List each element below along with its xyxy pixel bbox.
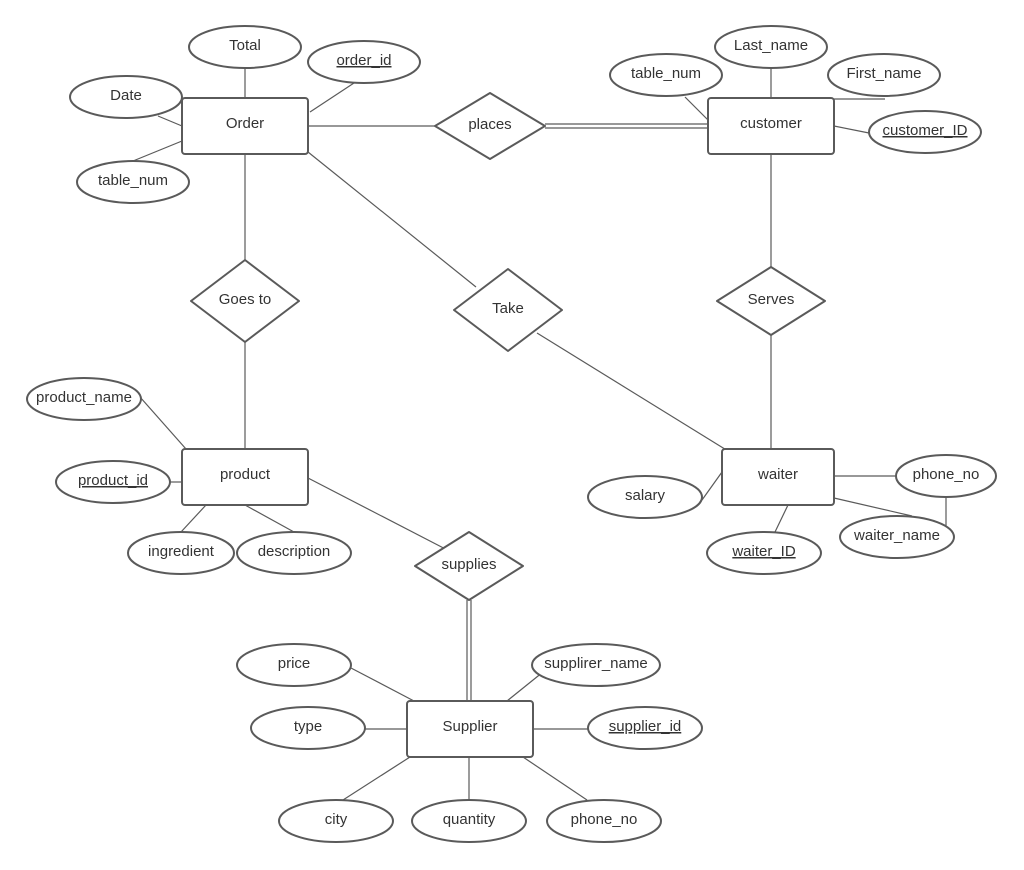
attribute-product_id[interactable]: product_id <box>55 460 171 504</box>
relationship-places[interactable]: places <box>434 92 546 160</box>
connector-line <box>132 140 183 162</box>
entity-customer[interactable]: customer <box>707 97 835 155</box>
entity-label: product <box>220 466 271 483</box>
entity-waiter[interactable]: waiter <box>721 448 835 506</box>
attribute-label: salary <box>625 487 666 504</box>
attribute-label: waiter_name <box>853 527 940 544</box>
connector-line <box>833 497 913 517</box>
entity-order[interactable]: Order <box>181 97 309 155</box>
attribute-supplier_id[interactable]: supplier_id <box>587 706 703 750</box>
connector-line <box>684 96 709 121</box>
relationship-label: Goes to <box>219 291 272 308</box>
attribute-label: phone_no <box>913 466 980 483</box>
connector-line <box>139 396 187 450</box>
attribute-label: Date <box>110 87 142 104</box>
entity-label: waiter <box>757 466 798 483</box>
er-diagram: Order customer product waiter Supplier places… <box>26 25 997 843</box>
attribute-supplier_name[interactable]: supplirer_name <box>531 643 661 687</box>
attribute-order_total[interactable]: Total <box>188 25 302 69</box>
attribute-quantity[interactable]: quantity <box>411 799 527 843</box>
attribute-label: table_num <box>631 65 701 82</box>
connector-line <box>309 82 355 113</box>
attribute-label: price <box>278 655 311 672</box>
relationship-serves[interactable]: Serves <box>716 266 826 336</box>
attribute-label: phone_no <box>571 811 638 828</box>
connector-line <box>307 151 477 288</box>
attribute-waiter_phone[interactable]: phone_no <box>895 454 997 498</box>
attribute-label: ingredient <box>148 543 215 560</box>
connector-line <box>350 667 415 702</box>
entity-label: Supplier <box>442 718 497 735</box>
attribute-label: table_num <box>98 172 168 189</box>
attribute-cust_last_name[interactable]: Last_name <box>714 25 828 69</box>
relationship-label: places <box>468 116 511 133</box>
attribute-price[interactable]: price <box>236 643 352 687</box>
attribute-salary[interactable]: salary <box>587 475 703 519</box>
attribute-label: description <box>258 543 331 560</box>
connector-line <box>522 756 588 801</box>
attribute-cust_table_num[interactable]: table_num <box>609 53 723 97</box>
attribute-ingredient[interactable]: ingredient <box>127 531 235 575</box>
connector-line <box>157 115 183 127</box>
attribute-label: quantity <box>443 811 496 828</box>
attribute-cust_first_name[interactable]: First_name <box>827 53 941 97</box>
attribute-description[interactable]: description <box>236 531 352 575</box>
key-attribute-label: customer_ID <box>882 122 967 139</box>
key-attribute-label: waiter_ID <box>731 543 796 560</box>
attribute-label: supplirer_name <box>544 655 647 672</box>
attribute-waiter_id[interactable]: waiter_ID <box>706 531 822 575</box>
connector-line <box>180 504 207 533</box>
attribute-type[interactable]: type <box>250 706 366 750</box>
entity-supplier[interactable]: Supplier <box>406 700 534 758</box>
attribute-label: product_name <box>36 389 132 406</box>
attribute-label: First_name <box>846 65 921 82</box>
attribute-waiter_name[interactable]: waiter_name <box>839 515 955 559</box>
attribute-label: city <box>325 811 348 828</box>
attribute-label: Last_name <box>734 37 808 54</box>
attribute-supplier_phone[interactable]: phone_no <box>546 799 662 843</box>
attribute-order_date[interactable]: Date <box>69 75 183 119</box>
relationship-label: Take <box>492 300 524 317</box>
entity-product[interactable]: product <box>181 448 309 506</box>
key-attribute-label: product_id <box>78 472 148 489</box>
connectors <box>132 68 947 801</box>
attribute-order_table_num[interactable]: table_num <box>76 160 190 204</box>
connector-line <box>536 332 729 452</box>
connector-line <box>244 504 295 533</box>
entity-label: customer <box>740 115 802 132</box>
connector-line <box>701 471 723 501</box>
connector-line <box>342 756 411 801</box>
attribute-city[interactable]: city <box>278 799 394 843</box>
attribute-customer_id[interactable]: customer_ID <box>868 110 982 154</box>
connector-line <box>506 671 544 702</box>
entity-label: Order <box>226 115 264 132</box>
key-attribute-label: order_id <box>336 52 391 69</box>
relationship-goes_to[interactable]: Goes to <box>190 259 300 343</box>
attribute-label: type <box>294 718 322 735</box>
key-attribute-label: supplier_id <box>609 718 682 735</box>
relationship-label: supplies <box>441 556 496 573</box>
connector-line <box>833 125 870 134</box>
attribute-order_id[interactable]: order_id <box>307 40 421 84</box>
relationship-label: Serves <box>748 291 795 308</box>
attribute-product_name[interactable]: product_name <box>26 377 142 421</box>
attribute-label: Total <box>229 37 261 54</box>
connector-line <box>774 504 789 533</box>
